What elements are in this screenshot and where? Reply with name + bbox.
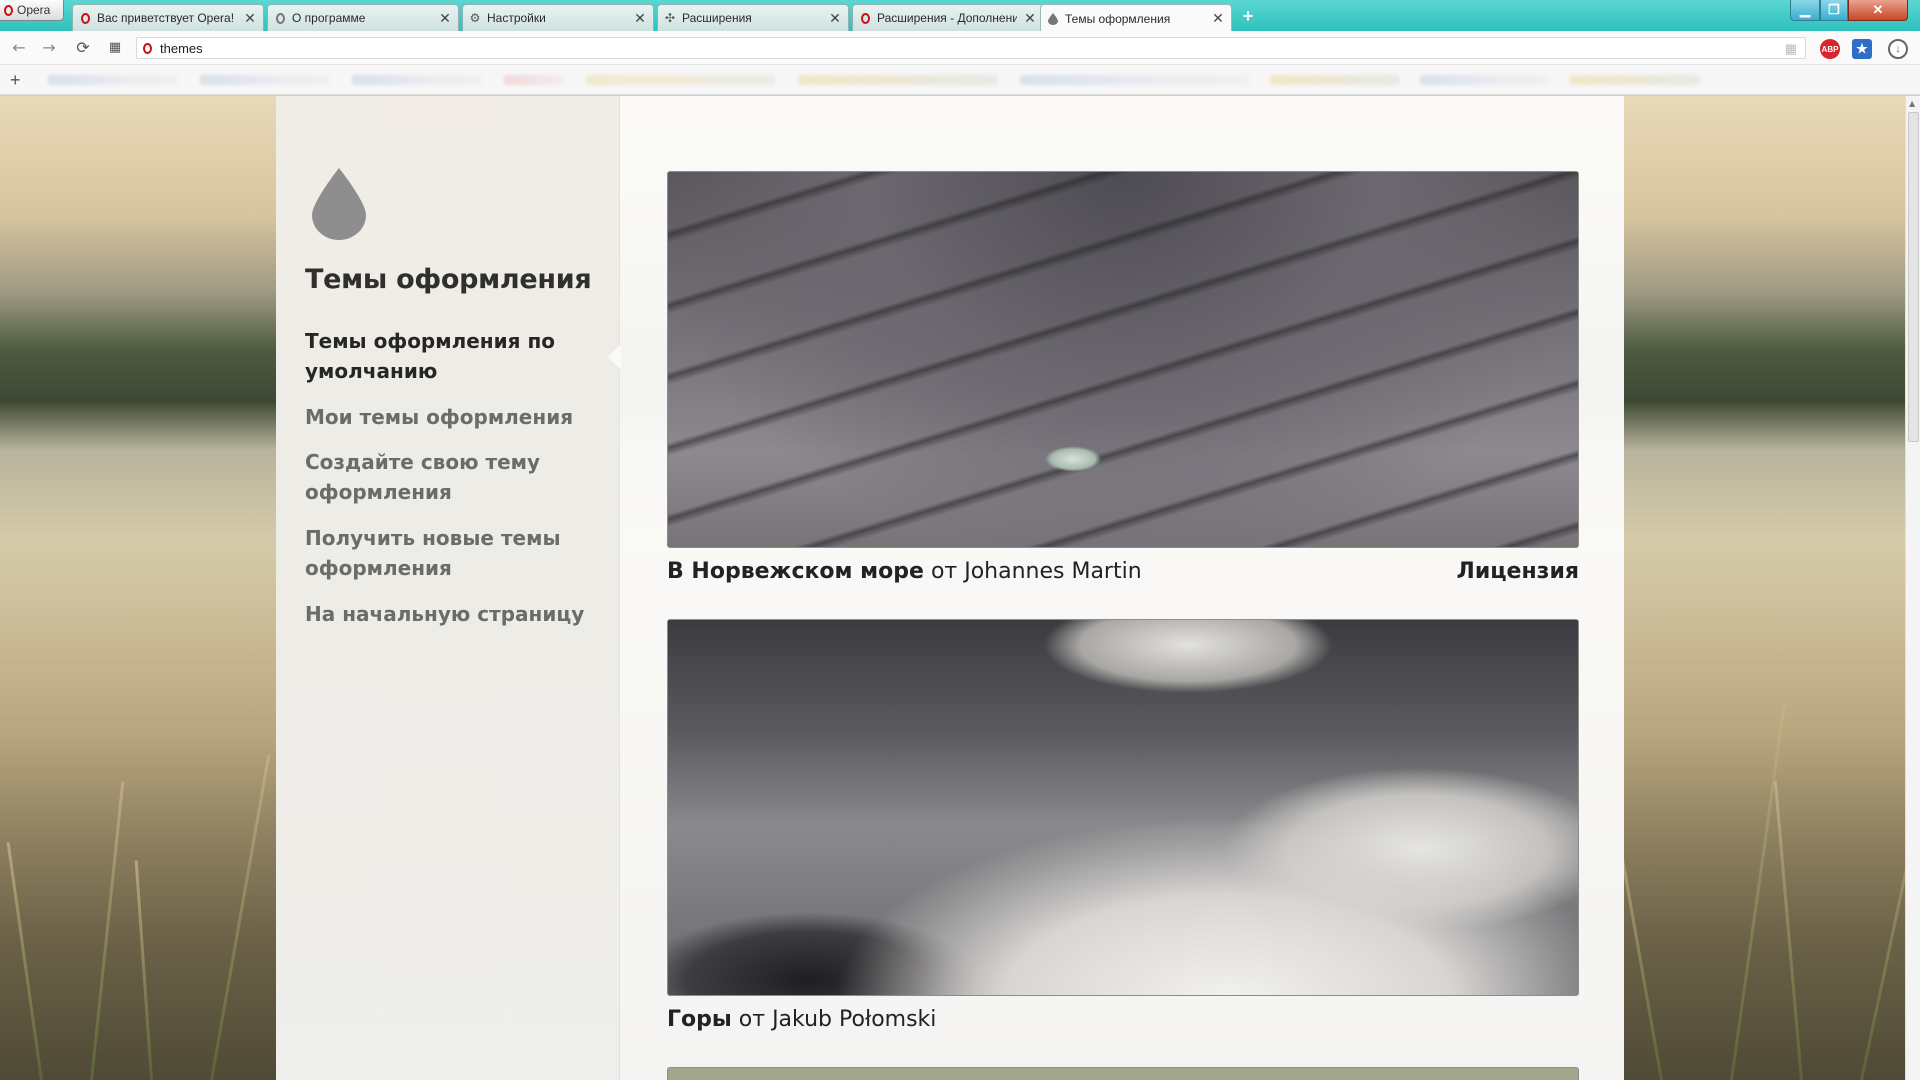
theme-by: от — [738, 1007, 766, 1032]
close-icon[interactable]: ✕ — [243, 10, 257, 27]
tab-title: Темы оформления — [1065, 11, 1171, 26]
theme-preview-norwegian-sea[interactable] — [667, 171, 1579, 548]
opera-icon — [859, 12, 871, 24]
drop-icon — [1047, 12, 1059, 25]
tab-title: О программе — [292, 11, 366, 25]
grid-icon[interactable]: ▦ — [1785, 41, 1797, 57]
page-background: Темы оформления Темы оформления по умолч… — [0, 96, 1905, 1080]
opera-logo-icon — [4, 4, 13, 16]
drop-icon — [312, 168, 366, 240]
tab-settings[interactable]: ⚙ Настройки ✕ — [462, 4, 654, 31]
sidebar-item-start-page[interactable]: На начальную страницу — [305, 599, 595, 629]
add-bookmark-icon[interactable]: + — [10, 70, 21, 91]
tab-addons[interactable]: Расширения - Дополнения ✕ — [852, 4, 1044, 31]
theme-caption: Горы от Jakub Połomski — [667, 1007, 1579, 1032]
theme-author: Jakub Połomski — [772, 1007, 937, 1032]
bookmark-item[interactable] — [504, 75, 564, 85]
tab-bar: Opera Вас приветствует Opera! ✕ О програ… — [0, 0, 1920, 32]
license-link[interactable]: Лицензия — [1457, 559, 1579, 584]
opera-icon — [274, 12, 286, 24]
opera-menu-label: Opera — [17, 3, 51, 17]
sidebar: Темы оформления Темы оформления по умолч… — [276, 96, 621, 1080]
bookmark-item[interactable] — [586, 75, 776, 85]
grass-decoration — [1730, 703, 1786, 1080]
sidebar-item-get-themes[interactable]: Получить новые темы оформления — [305, 523, 595, 583]
close-window-button[interactable]: ✕ — [1848, 0, 1908, 21]
theme-name: В Норвежском море — [667, 559, 924, 584]
minimize-button[interactable]: ▁ — [1790, 0, 1820, 21]
opera-menu-button[interactable]: Opera — [0, 0, 64, 21]
navigation-toolbar: ← → ⟳ ▦ themes ▦ ABP ★ ↓ — [0, 31, 1920, 65]
grass-decoration — [6, 842, 43, 1080]
speed-dial-icon[interactable]: ▦ — [106, 39, 124, 57]
bookmark-item[interactable] — [352, 75, 482, 85]
bookmarks-bar: + — [0, 65, 1920, 95]
bookmark-item[interactable] — [1270, 75, 1400, 85]
opera-page-icon — [143, 42, 152, 54]
theme-preview-mountains[interactable] — [667, 619, 1579, 996]
adblock-icon[interactable]: ABP — [1820, 39, 1840, 59]
gear-icon: ⚙ — [469, 11, 481, 25]
page-scrollbar[interactable]: ▲ — [1905, 96, 1920, 1080]
tab-title: Расширения - Дополнения — [877, 11, 1017, 25]
tab-title: Расширения — [682, 11, 752, 25]
scroll-thumb[interactable] — [1908, 112, 1919, 442]
scroll-up-icon[interactable]: ▲ — [1909, 99, 1915, 108]
theme-preview-next[interactable] — [667, 1067, 1579, 1080]
page-title: Темы оформления — [305, 264, 592, 295]
tab-title: Вас приветствует Opera! — [97, 11, 235, 25]
close-icon[interactable]: ✕ — [633, 10, 647, 27]
theme-caption: В Норвежском море от Johannes Martin Лиц… — [667, 559, 1579, 584]
tab-title: Настройки — [487, 11, 546, 25]
grass-decoration — [90, 781, 125, 1080]
bookmark-item[interactable] — [48, 75, 178, 85]
tab-themes[interactable]: Темы оформления ✕ — [1040, 4, 1232, 32]
grass-decoration — [1773, 781, 1803, 1080]
forward-icon[interactable]: → — [40, 39, 58, 57]
bookmark-item[interactable] — [1420, 75, 1550, 85]
new-tab-button[interactable]: + — [1238, 6, 1258, 26]
theme-author: Johannes Martin — [964, 559, 1142, 584]
close-icon[interactable]: ✕ — [438, 10, 452, 27]
reload-icon[interactable]: ⟳ — [74, 39, 92, 57]
tab-extensions[interactable]: ✣ Расширения ✕ — [657, 4, 849, 31]
bookmark-item[interactable] — [1020, 75, 1250, 85]
sidebar-item-my-themes[interactable]: Мои темы оформления — [305, 402, 595, 432]
bookmark-item[interactable] — [1570, 75, 1700, 85]
back-icon[interactable]: ← — [10, 39, 28, 57]
theme-by: от — [930, 559, 958, 584]
close-icon[interactable]: ✕ — [828, 10, 842, 27]
sidebar-item-default-themes[interactable]: Темы оформления по умолчанию — [305, 326, 595, 386]
grass-decoration — [210, 754, 271, 1080]
bookmark-item[interactable] — [200, 75, 330, 85]
tab-about[interactable]: О программе ✕ — [267, 4, 459, 31]
close-icon[interactable]: ✕ — [1023, 10, 1037, 27]
tab-welcome[interactable]: Вас приветствует Opera! ✕ — [72, 4, 264, 31]
bookmark-item[interactable] — [798, 75, 998, 85]
grass-decoration — [1860, 747, 1905, 1080]
address-text: themes — [160, 40, 203, 56]
theme-name: Горы — [667, 1007, 732, 1032]
download-icon[interactable]: ↓ — [1888, 39, 1908, 59]
opera-icon — [79, 12, 91, 24]
maximize-button[interactable]: ❐ — [1820, 0, 1848, 21]
bookmark-star-icon[interactable]: ★ — [1852, 39, 1872, 59]
selection-caret — [608, 344, 621, 370]
close-icon[interactable]: ✕ — [1211, 10, 1225, 27]
sidebar-item-create-theme[interactable]: Создайте свою тему оформления — [305, 447, 595, 507]
grass-decoration — [134, 860, 153, 1080]
address-bar[interactable]: themes ▦ — [136, 37, 1806, 59]
puzzle-icon: ✣ — [664, 11, 676, 25]
